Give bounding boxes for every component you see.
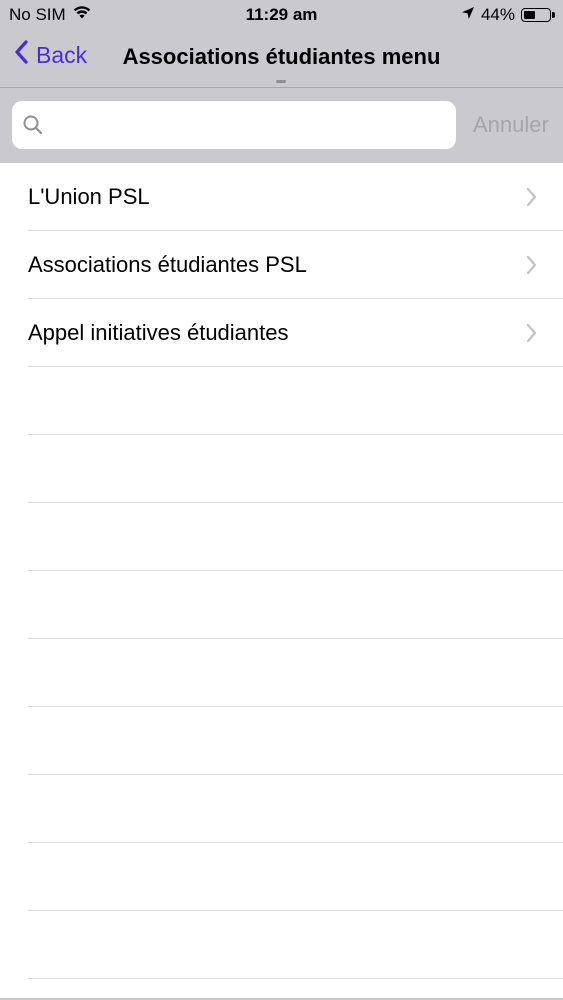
empty-row	[0, 911, 563, 979]
battery-level	[524, 11, 535, 19]
empty-row	[0, 707, 563, 775]
location-arrow-icon	[461, 5, 475, 25]
navigation-bar: Back Associations étudiantes menu	[0, 30, 563, 87]
empty-row	[0, 503, 563, 571]
empty-row	[0, 435, 563, 503]
chevron-right-icon	[526, 255, 537, 280]
empty-row	[0, 367, 563, 435]
grip-indicator	[276, 80, 286, 83]
list-item-label: L'Union PSL	[28, 184, 150, 209]
list-item-label: Appel initiatives étudiantes	[28, 320, 289, 345]
row-separator	[28, 978, 563, 979]
menu-list: L'Union PSL Associations étudiantes PSL …	[0, 163, 563, 979]
header-area: No SIM 11:29 am 44% Back Associations ét…	[0, 0, 563, 163]
battery-percent: 44%	[480, 5, 515, 24]
list-item[interactable]: L'Union PSL	[0, 163, 563, 231]
empty-row	[0, 639, 563, 707]
chevron-right-icon	[526, 323, 537, 348]
empty-row	[0, 571, 563, 639]
list-item-label: Associations étudiantes PSL	[28, 252, 307, 277]
page-title: Associations étudiantes menu	[122, 44, 441, 69]
empty-rows	[0, 367, 563, 979]
cancel-button[interactable]: Annuler	[473, 112, 549, 138]
search-field[interactable]	[12, 101, 456, 151]
empty-row	[0, 843, 563, 911]
search-icon	[22, 114, 44, 141]
list-item[interactable]: Appel initiatives étudiantes	[0, 299, 563, 367]
status-right: 44%	[461, 5, 555, 25]
chevron-right-icon	[526, 187, 537, 212]
status-bar: No SIM 11:29 am 44%	[0, 0, 563, 30]
battery-icon	[521, 8, 555, 22]
empty-row	[0, 775, 563, 843]
list-item[interactable]: Associations étudiantes PSL	[0, 231, 563, 299]
nav-divider	[0, 87, 563, 88]
search-input[interactable]	[58, 101, 442, 151]
